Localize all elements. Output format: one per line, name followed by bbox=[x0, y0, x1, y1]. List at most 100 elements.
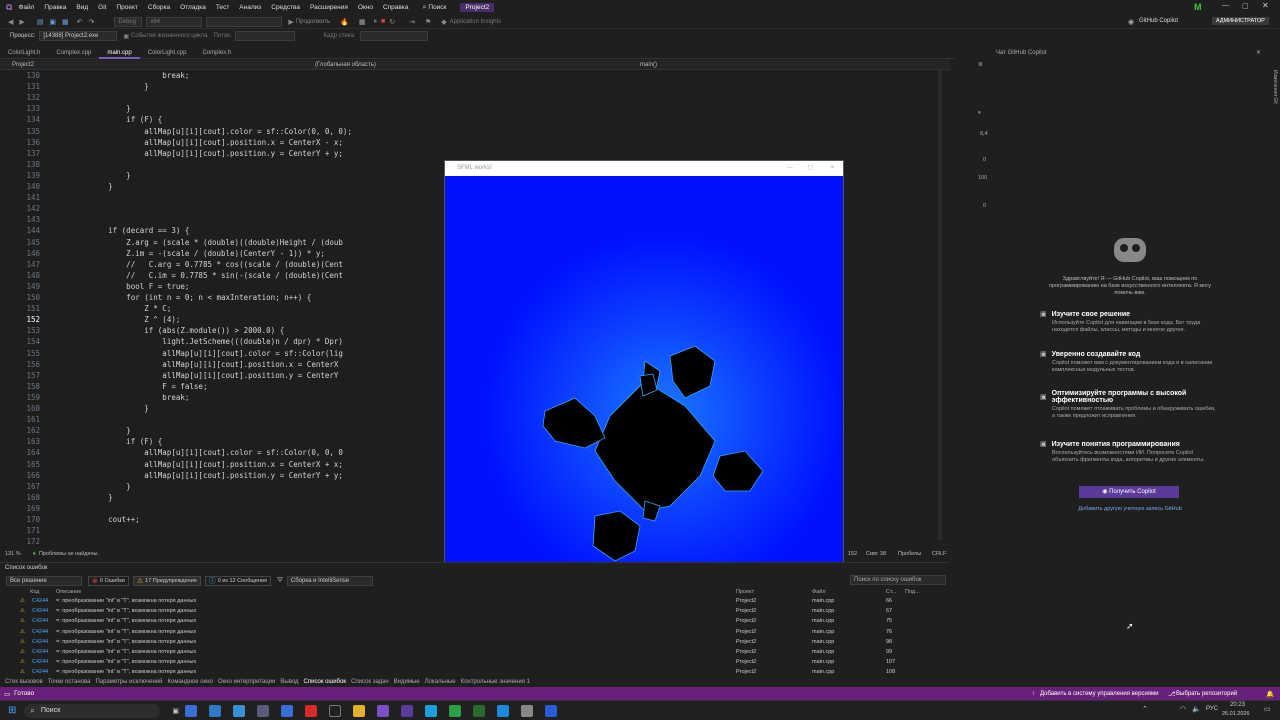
folder-icon[interactable] bbox=[353, 704, 366, 717]
code-line[interactable]: if (F) { bbox=[72, 437, 162, 446]
bookmark-icon[interactable]: ⚑ bbox=[425, 18, 431, 26]
tool-tab[interactable]: Список ошибок bbox=[304, 679, 347, 685]
search-box[interactable]: ⌕ Поиск bbox=[422, 4, 446, 12]
menu-item[interactable]: Сборка bbox=[148, 4, 170, 11]
tray-chevron-icon[interactable]: ⌃ bbox=[1142, 705, 1148, 713]
file-tab[interactable]: main.cpp bbox=[99, 48, 140, 59]
copilot-tip[interactable]: ▣ Изучите понятия программирования Восполь… bbox=[1040, 440, 1220, 464]
scope-select[interactable]: Все решение bbox=[6, 575, 82, 586]
add-account-link[interactable]: Добавить другую учетную запись GitHub bbox=[1040, 506, 1220, 512]
settings-icon[interactable]: ⚙ bbox=[978, 62, 983, 68]
code-line[interactable]: break; bbox=[72, 71, 189, 80]
menu-item[interactable]: Отладка bbox=[180, 4, 206, 11]
menu-item[interactable]: Справка bbox=[383, 4, 409, 11]
right-side-tab[interactable]: Изменения Git bbox=[1270, 70, 1278, 120]
code-line[interactable]: bool F = true; bbox=[72, 282, 189, 291]
code-line[interactable]: } bbox=[72, 182, 113, 191]
code-line[interactable]: Z * C; bbox=[72, 304, 171, 313]
error-search-input[interactable]: Поиск по списку ошибок bbox=[850, 575, 946, 585]
copilot-icon[interactable]: ◉ bbox=[1128, 18, 1134, 26]
file-tab[interactable]: Complex.cpp bbox=[48, 48, 99, 59]
app-insights-label[interactable]: Application Insights bbox=[450, 19, 502, 25]
add-to-vcs-button[interactable]: Добавить в систему управления версиями bbox=[1040, 691, 1159, 697]
column-header[interactable]: Описание bbox=[56, 589, 81, 595]
build-select[interactable]: Сборка и IntelliSense bbox=[286, 575, 373, 586]
error-row[interactable]: ⚠ C4244 =: преобразование "int" в "T", воз… bbox=[0, 639, 950, 649]
menu-item[interactable]: Проект bbox=[116, 4, 137, 11]
error-code[interactable]: C4244 bbox=[32, 649, 48, 655]
sfml-maximize-button[interactable]: ▢ bbox=[807, 161, 813, 176]
code-line[interactable]: if (F) { bbox=[72, 115, 162, 124]
code-line[interactable]: allMap[u][i][cout].position.y = CenterY … bbox=[72, 149, 343, 158]
clock-time[interactable]: 20:23 bbox=[1230, 702, 1245, 708]
hot-reload-icon[interactable]: 🔥 bbox=[340, 18, 349, 26]
code-line[interactable]: } bbox=[72, 426, 131, 435]
sfml-minimize-button[interactable]: — bbox=[787, 161, 793, 176]
error-code[interactable]: C4244 bbox=[32, 659, 48, 665]
col-number[interactable]: Сим: 38 bbox=[866, 551, 886, 557]
error-row[interactable]: ⚠ C4244 =: преобразование "int" в "T", воз… bbox=[0, 659, 950, 669]
error-row[interactable]: ⚠ C4244 =: преобразование "int" в "T", воз… bbox=[0, 629, 950, 639]
tool-tab[interactable]: Контрольные значения 1 bbox=[461, 679, 530, 685]
profile-avatar[interactable]: M bbox=[1194, 2, 1202, 12]
windows-start-icon[interactable]: ⊞ bbox=[8, 705, 16, 716]
restart-icon[interactable]: ↻ bbox=[389, 18, 395, 26]
column-header[interactable]: Проект bbox=[736, 589, 754, 595]
error-code[interactable]: C4244 bbox=[32, 608, 48, 614]
forward-icon[interactable]: ▶ bbox=[19, 18, 24, 26]
save-all-icon[interactable]: ▦ bbox=[62, 18, 69, 26]
platform-select[interactable]: x64 bbox=[146, 16, 203, 27]
close-button[interactable]: ✕ bbox=[1262, 1, 1269, 10]
undo-icon[interactable]: ↶ bbox=[77, 18, 83, 26]
app-icon-5[interactable] bbox=[281, 704, 294, 717]
app-icon-6[interactable] bbox=[305, 704, 318, 717]
app-icon-4[interactable] bbox=[257, 704, 270, 717]
code-line[interactable]: cout++; bbox=[72, 515, 140, 524]
code-line[interactable]: } bbox=[72, 493, 113, 502]
sfml-window[interactable]: SFML works! — ▢ ✕ bbox=[444, 160, 844, 576]
tool-tab[interactable]: Видимые bbox=[394, 679, 420, 685]
nav-function[interactable]: main() bbox=[640, 62, 657, 68]
column-header[interactable]: Под... bbox=[905, 589, 920, 595]
menu-item[interactable]: Правка bbox=[44, 4, 66, 11]
menu-item[interactable]: Окно bbox=[358, 4, 373, 11]
clock-date[interactable]: 26.01.2026 bbox=[1222, 711, 1250, 717]
code-line[interactable]: allMap[u][i][cout].position.y = CenterY bbox=[72, 371, 338, 380]
file-tab[interactable]: Complex.h bbox=[194, 48, 239, 59]
tool-tab[interactable]: Стек вызовов bbox=[5, 679, 43, 685]
panel-close-icon[interactable]: ✕ bbox=[1256, 49, 1261, 56]
error-row[interactable]: ⚠ C4244 =: преобразование "int" в "T", воз… bbox=[0, 618, 950, 628]
tool-tab[interactable]: Локальные bbox=[425, 679, 456, 685]
new-file-icon[interactable]: ▤ bbox=[37, 18, 44, 26]
store-icon[interactable] bbox=[185, 704, 198, 717]
code-line[interactable]: light.JetScheme(((double)n / dpr) * Dpr) bbox=[72, 337, 343, 346]
nav-project[interactable]: Project2 bbox=[12, 62, 34, 68]
warnings-filter[interactable]: ⚠ 17 Предупреждения bbox=[132, 575, 201, 586]
code-line[interactable]: break; bbox=[72, 393, 189, 402]
get-copilot-button[interactable]: ◉ Получить Copilot bbox=[1079, 486, 1179, 498]
code-line[interactable]: Z ^ (4); bbox=[72, 315, 180, 324]
file-tab[interactable]: ColorLight.cpp bbox=[140, 48, 195, 59]
app-icon-11[interactable] bbox=[425, 704, 438, 717]
code-line[interactable]: allMap[u][i][cout].position.x = CenterX … bbox=[72, 460, 343, 469]
save-icon[interactable]: ▣ bbox=[49, 18, 56, 26]
continue-label[interactable]: Продолжить bbox=[296, 19, 330, 25]
maximize-button[interactable]: ▢ bbox=[1242, 2, 1249, 10]
edge-icon[interactable] bbox=[209, 704, 222, 717]
wifi-icon[interactable]: ◠ bbox=[1180, 705, 1186, 713]
code-line[interactable]: allMap[u][i][cout].color = sf::Color(0, … bbox=[72, 127, 352, 136]
sfml-close-button[interactable]: ✕ bbox=[830, 161, 835, 176]
code-line[interactable]: Z.arg = (scale * (double)((double)Height… bbox=[72, 238, 343, 247]
minimap-scrollbar[interactable] bbox=[938, 70, 942, 540]
tool-tab[interactable]: Командное окно bbox=[168, 679, 213, 685]
stack-select[interactable] bbox=[359, 31, 428, 41]
app-icon-12[interactable] bbox=[449, 704, 462, 717]
line-number[interactable]: 152 bbox=[848, 551, 857, 557]
thread-select[interactable] bbox=[235, 31, 296, 41]
task-view-icon[interactable]: ▣ bbox=[172, 707, 179, 715]
vs-logo-icon[interactable]: ⧉ bbox=[6, 2, 12, 13]
error-code[interactable]: C4244 bbox=[32, 669, 48, 675]
error-row[interactable]: ⚠ C4244 =: преобразование "int" в "T", воз… bbox=[0, 598, 950, 608]
visual-studio-icon[interactable] bbox=[377, 704, 390, 717]
error-code[interactable]: C4244 bbox=[32, 639, 48, 645]
